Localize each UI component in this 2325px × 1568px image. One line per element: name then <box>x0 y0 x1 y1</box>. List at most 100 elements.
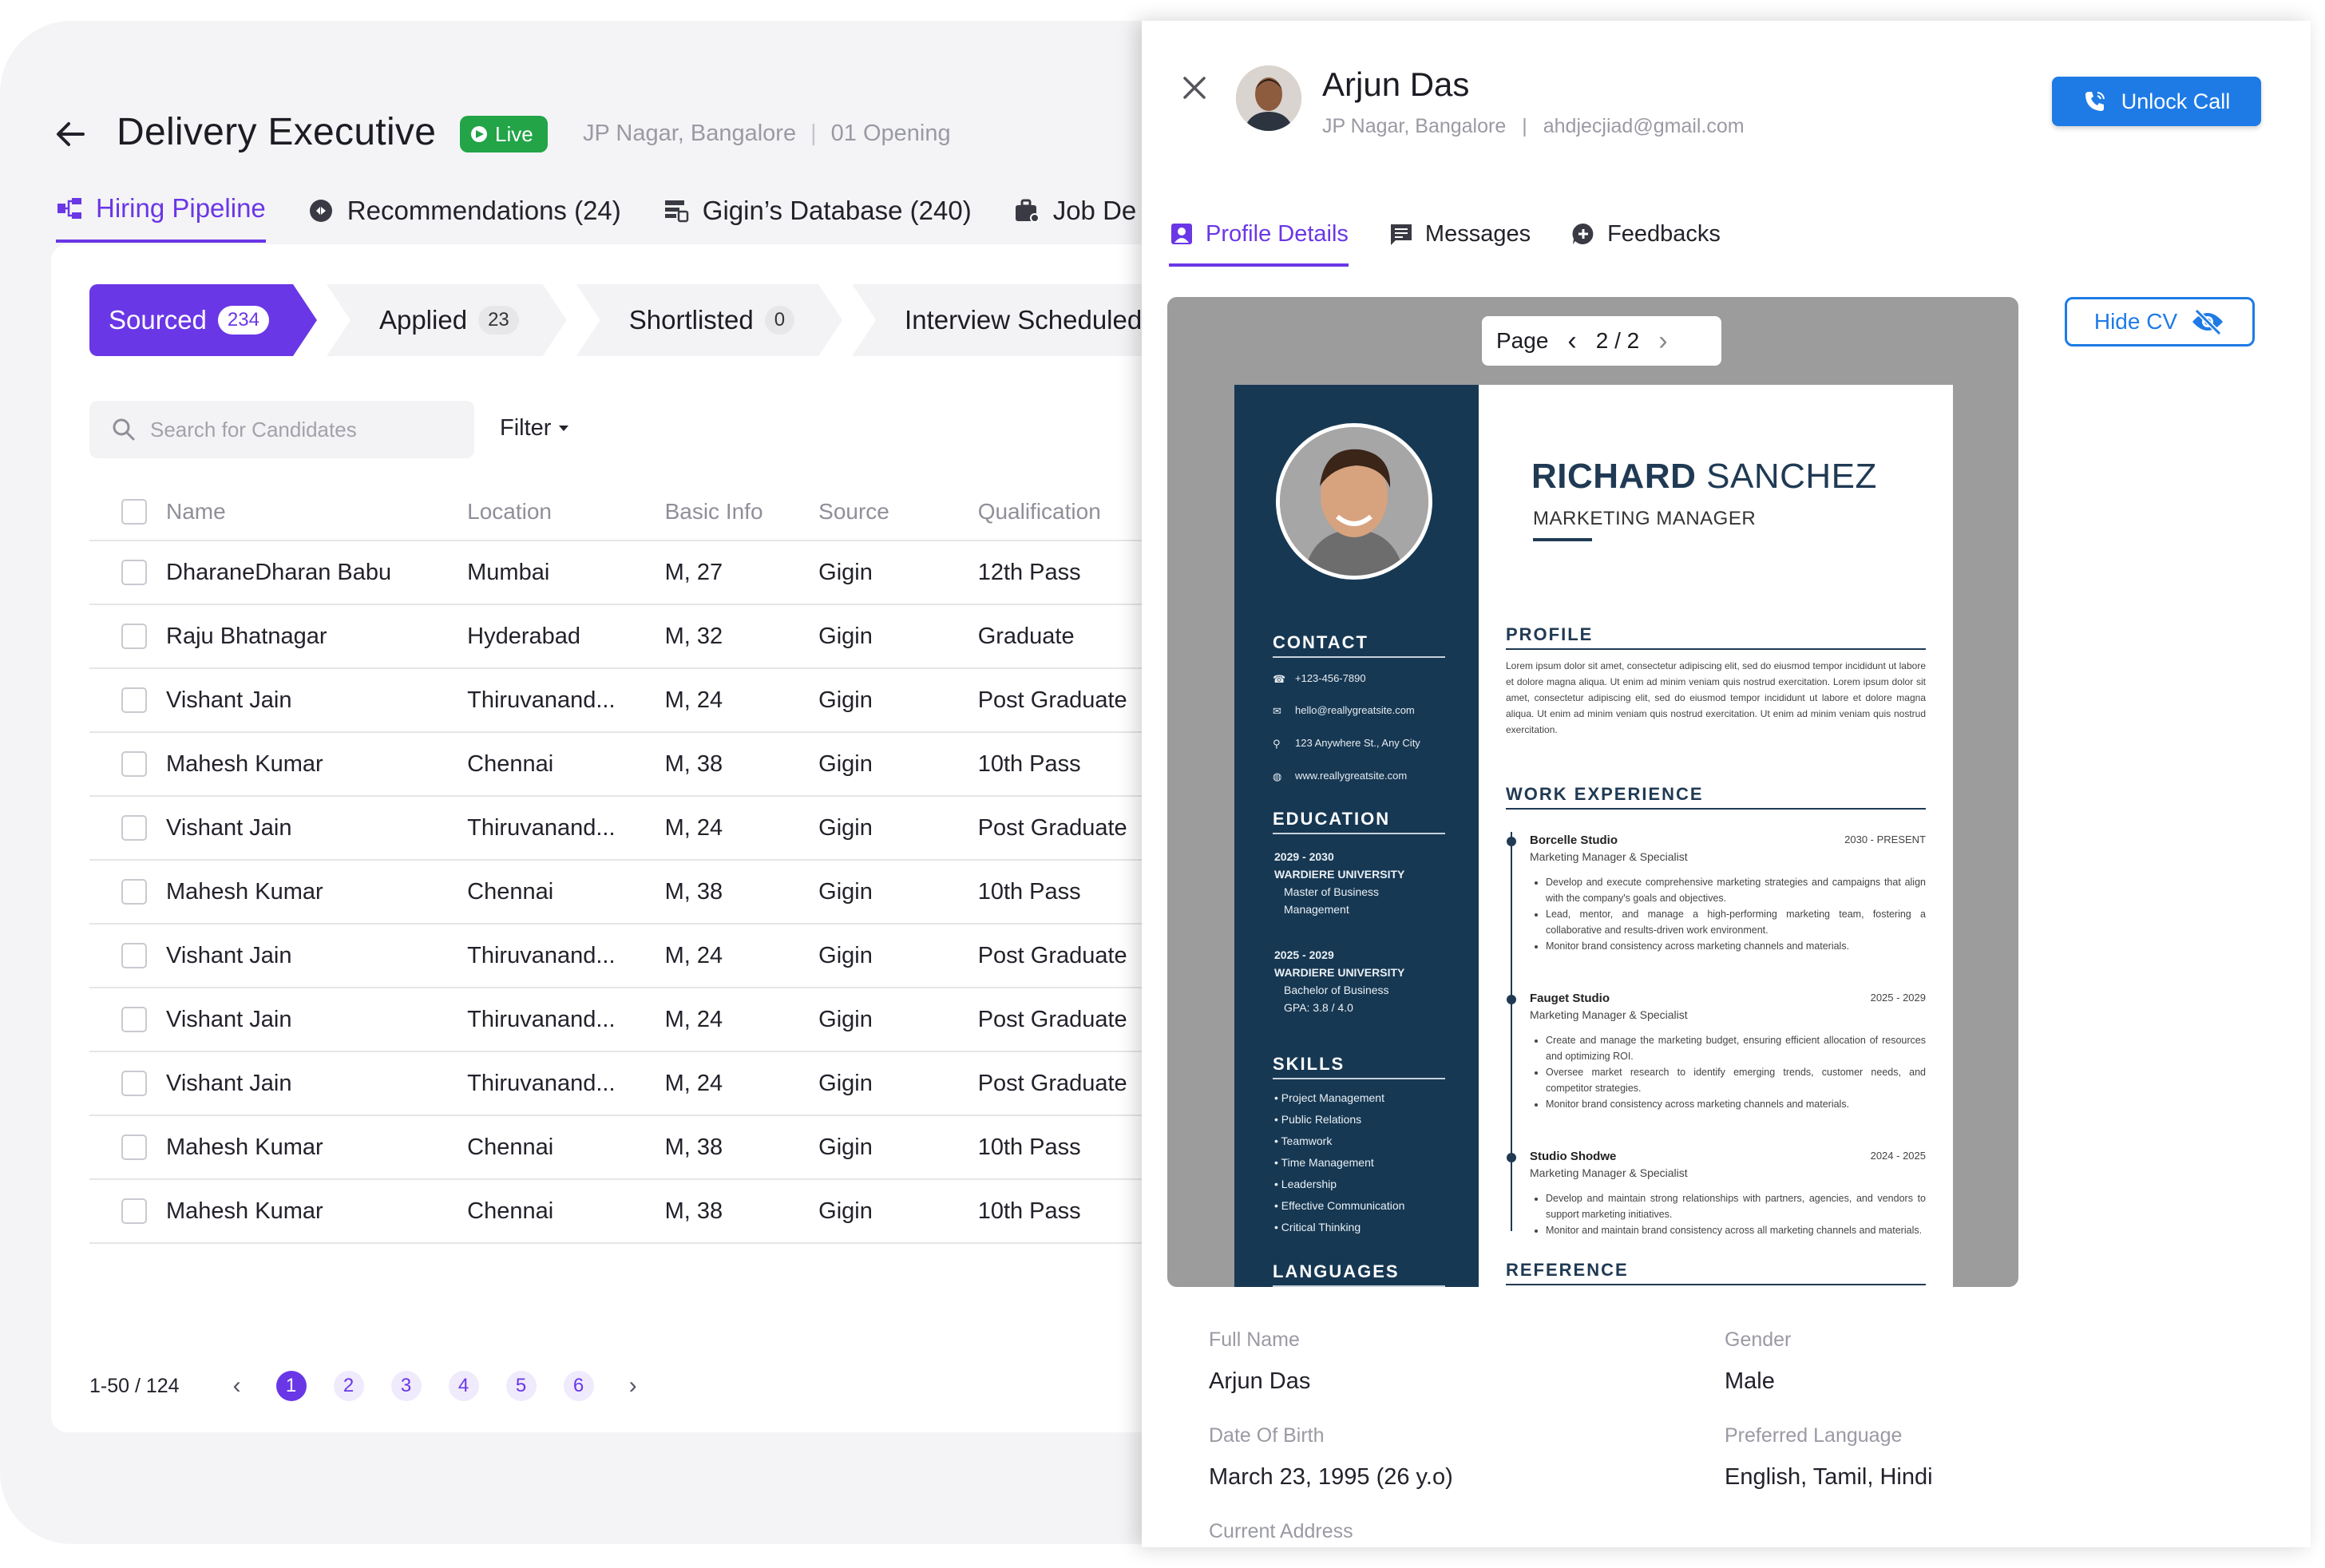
tab-label: Job De <box>1052 196 1137 225</box>
row-checkbox[interactable] <box>121 560 147 585</box>
search-input[interactable] <box>150 417 454 442</box>
cv-job-bullet: Create and manage the marketing budget, … <box>1546 1032 1926 1064</box>
stage-applied[interactable]: Applied 23 <box>327 284 567 356</box>
table-cell: Chennai <box>467 750 554 777</box>
table-row[interactable]: Vishant Jain Thiruvanand... M, 24 Gigin Post… <box>89 925 1217 988</box>
cv-job-header: Studio Shodwe 2024 - 2025 <box>1530 1150 1926 1163</box>
recommendation-icon <box>309 200 332 222</box>
live-status-label: Live <box>495 121 533 146</box>
table-row[interactable]: Mahesh Kumar Chennai M, 38 Gigin 10th Pass <box>89 861 1217 925</box>
tab-profile-details[interactable]: Profile Details <box>1169 211 1349 267</box>
tab-job-details[interactable]: Job De <box>1013 185 1137 236</box>
next-page-icon[interactable]: › <box>1658 326 1667 357</box>
unlock-call-label: Unlock Call <box>2121 89 2231 113</box>
play-icon <box>471 126 487 142</box>
cv-job-bullet: Monitor and maintain brand consistency a… <box>1546 1222 1926 1238</box>
table-cell: Vishant Jain <box>166 814 292 841</box>
cv-job-company: Fauget Studio <box>1530 992 1610 1005</box>
tab-label: Recommendations (24) <box>347 196 621 225</box>
row-checkbox[interactable] <box>121 1071 147 1096</box>
preferred-language-value: English, Tamil, Hindi <box>1725 1464 1933 1490</box>
table-cell: Gigin <box>818 1134 873 1160</box>
tab-messages[interactable]: Messages <box>1388 211 1531 257</box>
table-cell: Chennai <box>467 878 554 905</box>
cv-skill: Effective Communication <box>1274 1195 1405 1217</box>
page-number[interactable]: 1 <box>275 1371 307 1401</box>
table-row[interactable]: Vishant Jain Thiruvanand... M, 24 Gigin Post… <box>89 988 1217 1052</box>
cv-timeline-dot <box>1507 837 1516 846</box>
filter-dropdown[interactable]: Filter <box>500 415 569 441</box>
table-cell: Vishant Jain <box>166 942 292 968</box>
row-checkbox[interactable] <box>121 879 147 905</box>
main-tabs: Hiring Pipeline Recommendations (24) Gig… <box>56 185 1136 243</box>
pipeline-panel: Sourced 234 Applied 23 Shortlisted 0 Int… <box>51 244 1217 1432</box>
table-cell: Mahesh Kumar <box>166 878 323 905</box>
cv-document: CONTACT ☎ +123-456-7890 ✉ hello@reallygrea… <box>1234 385 1953 1287</box>
table-body: DharaneDharan Babu Mumbai M, 27 Gigin 12th P… <box>89 541 1217 1244</box>
stage-count: 0 <box>765 306 794 335</box>
stage-label: Interview Scheduled <box>905 305 1143 335</box>
unlock-call-button[interactable]: Unlock Call <box>2052 77 2261 126</box>
column-header: Name <box>166 499 226 524</box>
row-checkbox[interactable] <box>121 1007 147 1032</box>
table-cell: Gigin <box>818 878 873 905</box>
job-openings: 01 Opening <box>830 121 951 146</box>
cv-job-bullet: Lead, mentor, and manage a high-performi… <box>1546 906 1926 938</box>
cv-job-entry: Studio Shodwe 2024 - 2025 Marketing Manage… <box>1530 1150 1926 1238</box>
page-number[interactable]: 5 <box>505 1371 537 1401</box>
prev-page-icon[interactable]: ‹ <box>221 1370 253 1402</box>
table-cell: Thiruvanand... <box>467 1070 616 1096</box>
next-page-icon[interactable]: › <box>617 1370 649 1402</box>
table-row[interactable]: Vishant Jain Thiruvanand... M, 24 Gigin Post… <box>89 1052 1217 1116</box>
table-row[interactable]: Mahesh Kumar Chennai M, 38 Gigin 10th Pass <box>89 1180 1217 1244</box>
phone-call-icon <box>2085 92 2105 111</box>
person-photo-icon <box>1236 65 1301 131</box>
row-checkbox[interactable] <box>121 687 147 713</box>
row-checkbox[interactable] <box>121 624 147 649</box>
tab-gigin-database[interactable]: Gigin’s Database (240) <box>663 185 972 236</box>
row-checkbox[interactable] <box>121 815 147 841</box>
avatar <box>1236 65 1301 131</box>
job-meta: JP Nagar, Bangalore | 01 Opening <box>583 121 951 147</box>
table-row[interactable]: Vishant Jain Thiruvanand... M, 24 Gigin Post… <box>89 669 1217 733</box>
table-row[interactable]: Mahesh Kumar Chennai M, 38 Gigin 10th Pass <box>89 1116 1217 1180</box>
column-header: Basic Info <box>664 499 763 524</box>
page-number[interactable]: 4 <box>448 1371 479 1401</box>
row-checkbox[interactable] <box>121 1134 147 1160</box>
page-number[interactable]: 2 <box>333 1371 364 1401</box>
cv-divider <box>1273 1078 1445 1079</box>
stage-sourced[interactable]: Sourced 234 <box>89 284 317 356</box>
prev-page-icon[interactable]: ‹ <box>1567 326 1576 357</box>
table-row[interactable]: Vishant Jain Thiruvanand... M, 24 Gigin Post… <box>89 797 1217 861</box>
cv-divider <box>1533 538 1592 541</box>
page-label: Page <box>1496 328 1549 353</box>
table-row[interactable]: Mahesh Kumar Chennai M, 38 Gigin 10th Pass <box>89 733 1217 797</box>
cv-divider <box>1506 808 1926 810</box>
stage-label: Applied <box>378 305 468 335</box>
stage-shortlisted[interactable]: Shortlisted 0 <box>576 284 842 356</box>
cv-job-entry: Borcelle Studio 2030 - PRESENT Marketing M… <box>1530 833 1926 954</box>
page-number[interactable]: 3 <box>390 1371 422 1401</box>
stage-tabs: Sourced 234 Applied 23 Shortlisted 0 Int… <box>89 284 1241 356</box>
tab-hiring-pipeline[interactable]: Hiring Pipeline <box>56 185 266 243</box>
row-checkbox[interactable] <box>121 943 147 968</box>
gender-value: Male <box>1725 1368 1775 1394</box>
table-row[interactable]: DharaneDharan Babu Mumbai M, 27 Gigin 12th P… <box>89 541 1217 605</box>
page-number[interactable]: 6 <box>563 1371 594 1401</box>
tab-feedbacks[interactable]: Feedbacks <box>1570 211 1721 257</box>
candidate-drawer: Arjun Das JP Nagar, Bangalore | ahdjecji… <box>1142 21 2311 1547</box>
cv-job-role: Marketing Manager & Specialist <box>1530 850 1688 863</box>
job-location: JP Nagar, Bangalore <box>583 121 797 146</box>
hide-cv-button[interactable]: Hide CV <box>2065 297 2255 346</box>
close-icon[interactable] <box>1177 70 1212 105</box>
tab-recommendations[interactable]: Recommendations (24) <box>307 185 621 236</box>
table-row[interactable]: Raju Bhatnagar Hyderabad M, 32 Gigin Graduat… <box>89 605 1217 669</box>
cv-job-header: Borcelle Studio 2030 - PRESENT <box>1530 833 1926 847</box>
candidate-table: Name Location Basic Info Source Qualific… <box>89 484 1217 1244</box>
row-checkbox[interactable] <box>121 751 147 777</box>
back-arrow-icon[interactable] <box>51 115 89 153</box>
select-all-checkbox[interactable] <box>121 499 147 525</box>
table-cell: DharaneDharan Babu <box>166 559 392 585</box>
dob-value: March 23, 1995 (26 y.o) <box>1209 1464 1453 1490</box>
row-checkbox[interactable] <box>121 1198 147 1224</box>
